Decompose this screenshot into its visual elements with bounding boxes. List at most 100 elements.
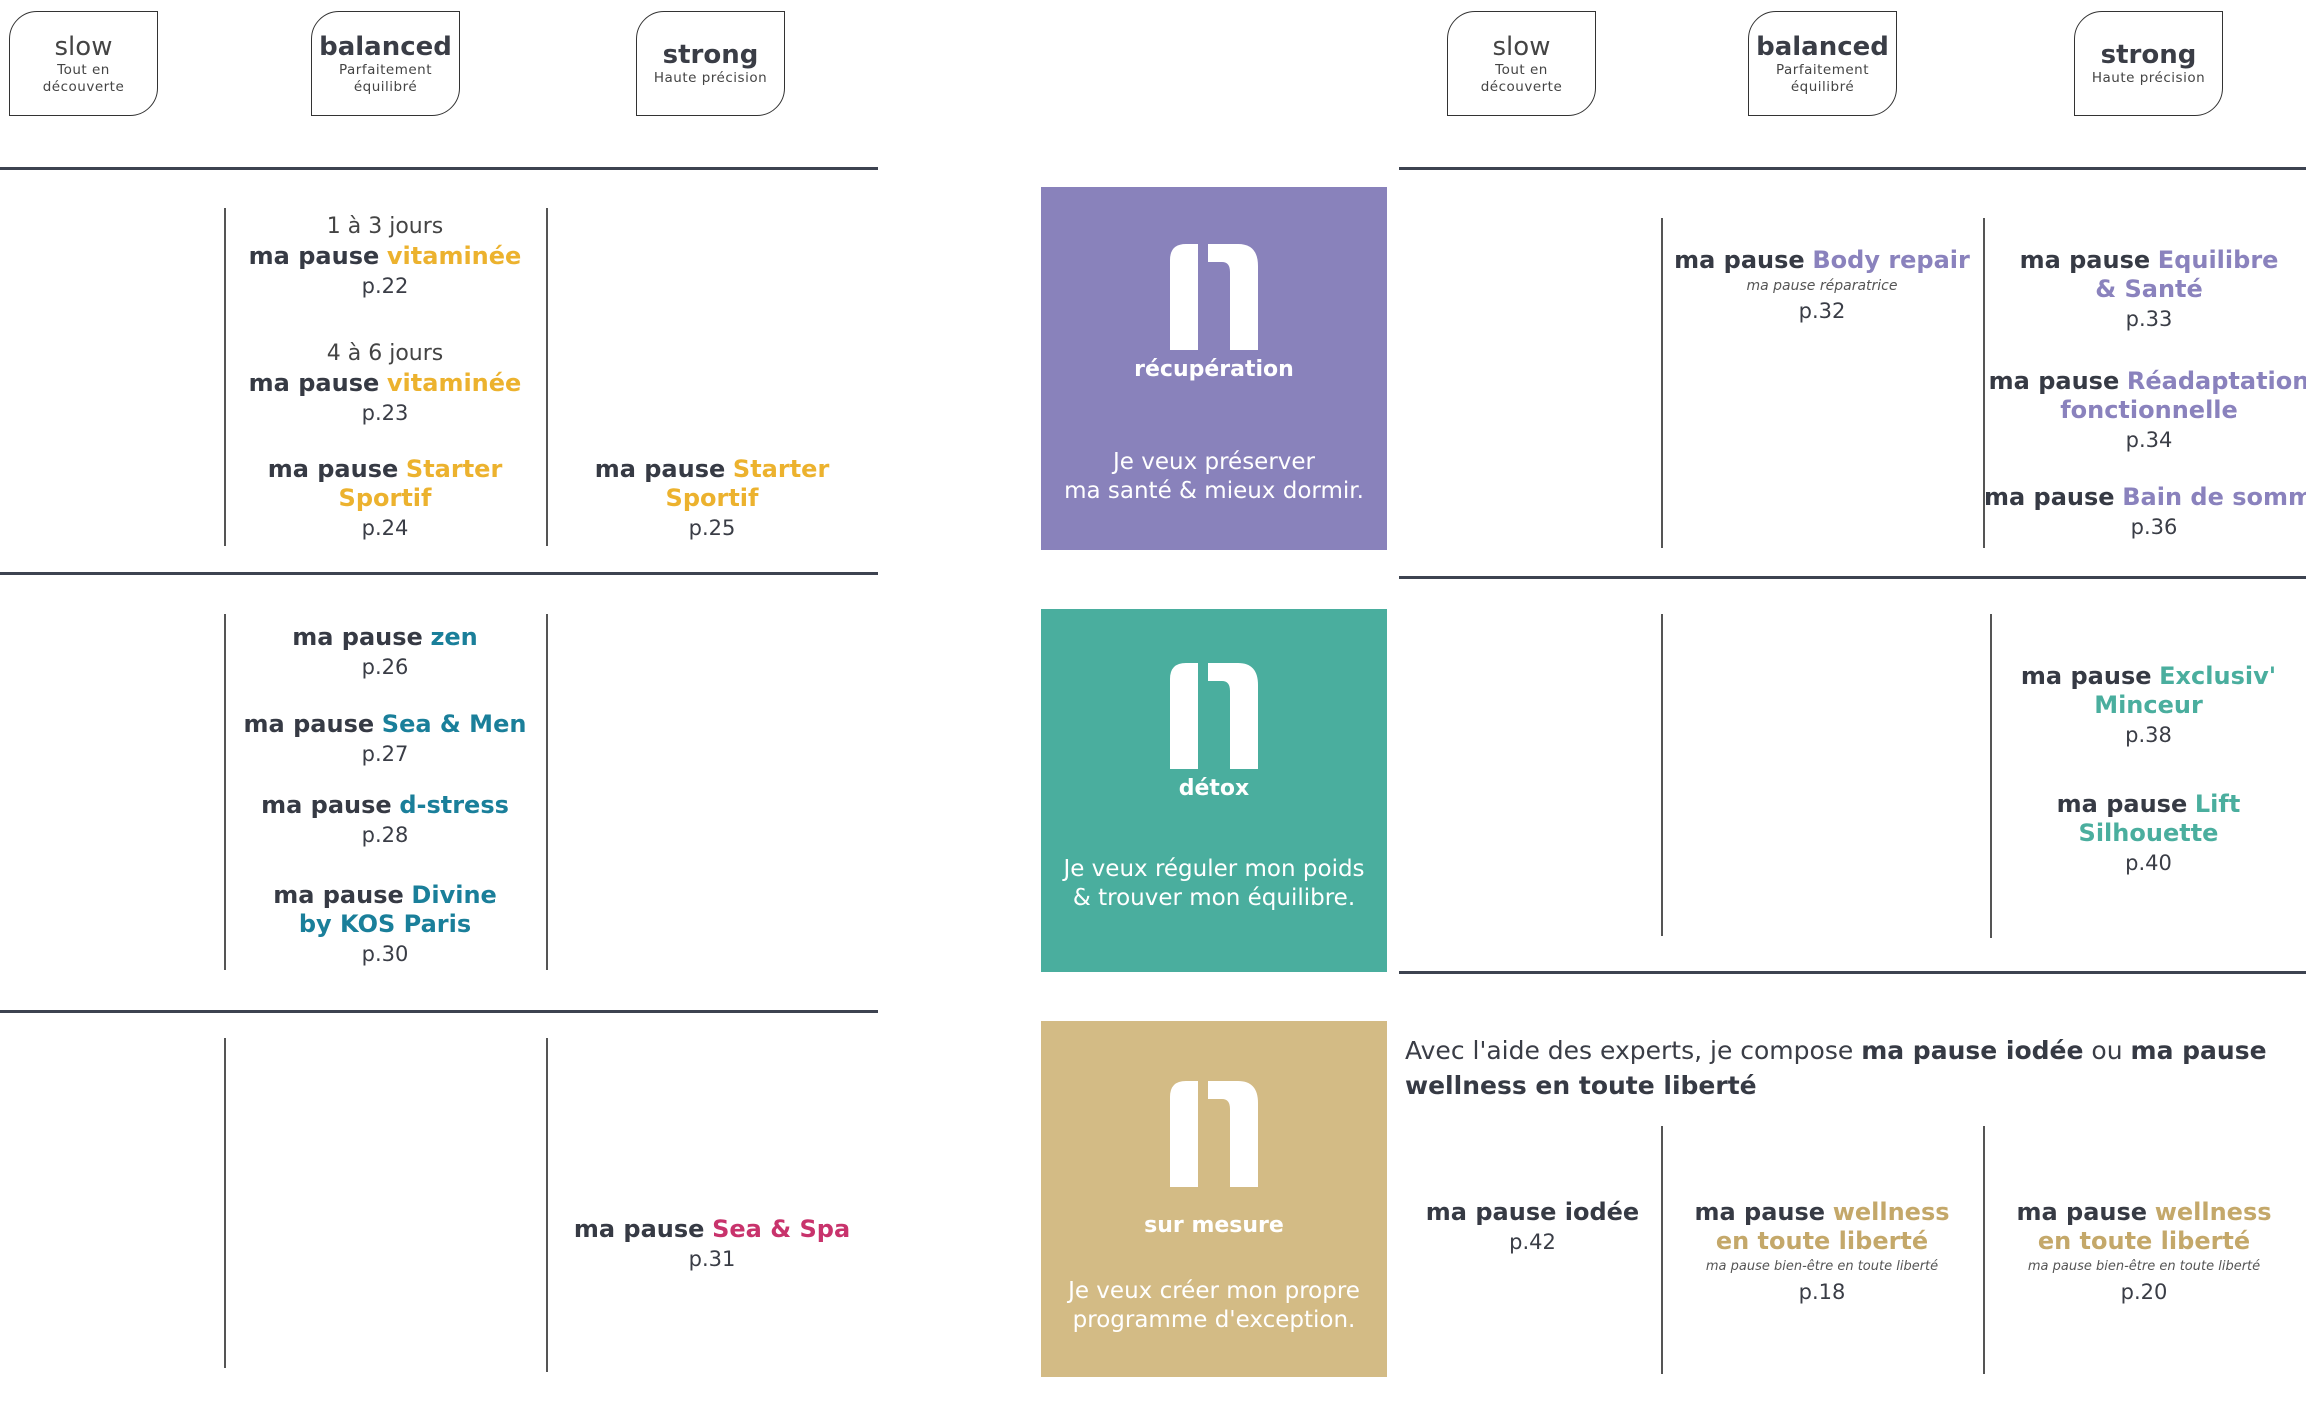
sur-mesure-intro: Avec l'aide des experts, je compose ma p… bbox=[1405, 1033, 2285, 1103]
panel-label: récupération bbox=[1134, 357, 1294, 382]
panel-tagline: Je veux réguler mon poids & trouver mon … bbox=[1041, 855, 1387, 913]
divider bbox=[1399, 971, 2306, 974]
header-sub: Parfaitement bbox=[338, 61, 433, 78]
divider bbox=[0, 167, 878, 170]
header-sub: Tout en bbox=[57, 61, 110, 78]
panel-detox: détox Je veux réguler mon poids & trouve… bbox=[1041, 609, 1387, 972]
page-ref: p.25 bbox=[688, 516, 736, 540]
programme-entry[interactable]: ma pause Body repair ma pause réparatric… bbox=[1662, 246, 1982, 325]
header-title: strong bbox=[2100, 40, 2197, 70]
programme-name: vitaminée bbox=[386, 242, 522, 270]
programme-name: Equilibre bbox=[2157, 246, 2279, 274]
column-divider bbox=[1661, 614, 1663, 936]
programme-name-line2: by KOS Paris bbox=[298, 910, 472, 938]
page-ref: p.38 bbox=[2125, 723, 2172, 747]
page-ref: p.34 bbox=[2125, 428, 2173, 452]
page-ref: p.31 bbox=[688, 1247, 736, 1271]
brand-glyph-icon bbox=[1170, 244, 1258, 350]
header-balanced-left: balanced Parfaitement équilibré bbox=[311, 11, 460, 116]
intro-text: ou bbox=[2083, 1036, 2131, 1065]
programme-entry[interactable]: ma pause Exclusiv' Minceur p.38 bbox=[1991, 662, 2306, 751]
programme-entry[interactable]: ma pause wellness en toute liberté ma pa… bbox=[1984, 1198, 2304, 1306]
panel-label: détox bbox=[1178, 776, 1250, 801]
programme-name-line2: en toute liberté bbox=[1715, 1227, 1929, 1255]
prefix: ma pause bbox=[248, 242, 380, 270]
programme-entry[interactable]: ma pause Sea & Men p.27 bbox=[225, 710, 545, 770]
programme-name: zen bbox=[430, 623, 478, 651]
panel-label: sur mesure bbox=[1144, 1213, 1284, 1238]
prefix: ma pause bbox=[594, 455, 726, 483]
prefix: ma pause bbox=[248, 369, 380, 397]
programme-name: Réadaptation bbox=[2126, 367, 2306, 395]
header-slow-right: slow Tout en découverte bbox=[1447, 11, 1596, 116]
prefix: ma pause bbox=[1984, 483, 2115, 511]
programme-entry[interactable]: ma pause Equilibre & Santé p.33 bbox=[1984, 246, 2306, 335]
programme-entry[interactable]: ma pause d-stress p.28 bbox=[225, 791, 545, 851]
header-balanced-right: balanced Parfaitement équilibré bbox=[1748, 11, 1897, 116]
page-ref: p.40 bbox=[2125, 851, 2172, 875]
tagline-line: programme d'exception. bbox=[1072, 1307, 1356, 1333]
divider bbox=[0, 572, 878, 575]
page-ref: p.28 bbox=[361, 823, 409, 847]
column-divider bbox=[546, 1038, 548, 1372]
programme-name: ma pause iodée bbox=[1425, 1198, 1640, 1226]
prefix: ma pause bbox=[2056, 790, 2188, 818]
programme-entry[interactable]: ma pause Bain de sommeil p.36 bbox=[1984, 483, 2306, 543]
page-ref: p.32 bbox=[1798, 299, 1846, 323]
duration: 4 à 6 jours bbox=[326, 341, 444, 366]
prefix: ma pause bbox=[2020, 662, 2152, 690]
programme-entry[interactable]: ma pause Lift Silhouette p.40 bbox=[1991, 790, 2306, 879]
divider bbox=[1399, 576, 2306, 579]
tagline-line: Je veux créer mon propre bbox=[1068, 1278, 1360, 1304]
intro-bold: ma pause iodée bbox=[1861, 1036, 2084, 1065]
panel-tagline: Je veux créer mon propre programme d'exc… bbox=[1041, 1277, 1387, 1335]
tagline-line: & trouver mon équilibre. bbox=[1072, 885, 1356, 911]
programme-name: Exclusiv' bbox=[2159, 662, 2277, 690]
programme-name-line2: & Santé bbox=[2095, 275, 2203, 303]
column-divider bbox=[224, 1038, 226, 1368]
duration: 1 à 3 jours bbox=[326, 214, 444, 239]
programme-entry[interactable]: ma pause Sea & Spa p.31 bbox=[547, 1215, 877, 1275]
programme-name: d-stress bbox=[399, 791, 509, 819]
programme-subtitle: ma pause réparatrice bbox=[1746, 278, 1898, 294]
programme-name: wellness bbox=[2154, 1198, 2272, 1226]
header-sub: Haute précision bbox=[653, 70, 768, 86]
column-divider bbox=[546, 614, 548, 970]
header-sub: Tout en bbox=[1495, 61, 1548, 78]
programme-name: Sea & Men bbox=[381, 710, 527, 738]
programme-name: vitaminée bbox=[386, 369, 522, 397]
header-sub: Haute précision bbox=[2091, 70, 2206, 86]
programme-entry[interactable]: ma pause Starter Sportif p.24 bbox=[225, 455, 545, 544]
tagline-line: Je veux préserver bbox=[1112, 449, 1315, 475]
brand-glyph-icon bbox=[1170, 663, 1258, 769]
page-ref: p.20 bbox=[2120, 1280, 2168, 1304]
page-ref: p.22 bbox=[361, 274, 409, 298]
prefix: ma pause bbox=[267, 455, 399, 483]
prefix: ma pause bbox=[2019, 246, 2151, 274]
panel-recuperation: récupération Je veux préserver ma santé … bbox=[1041, 187, 1387, 550]
programme-name-line2: en toute liberté bbox=[2037, 1227, 2251, 1255]
header-sub: Parfaitement bbox=[1775, 61, 1870, 78]
page-ref: p.42 bbox=[1509, 1230, 1556, 1254]
prefix: ma pause bbox=[273, 881, 404, 909]
programme-entry[interactable]: 1 à 3 jours ma pause vitaminée p.22 bbox=[225, 212, 545, 302]
programme-entry[interactable]: ma pause iodée p.42 bbox=[1405, 1198, 1660, 1258]
prefix: ma pause bbox=[1674, 246, 1805, 274]
panel-sur-mesure: sur mesure Je veux créer mon propre prog… bbox=[1041, 1021, 1387, 1377]
header-title: balanced bbox=[1756, 31, 1889, 62]
header-sub: équilibré bbox=[353, 78, 418, 95]
tagline-line: Je veux réguler mon poids bbox=[1063, 856, 1365, 882]
programme-entry[interactable]: ma pause Réadaptation fonctionnelle p.34 bbox=[1984, 367, 2306, 456]
programme-entry[interactable]: ma pause wellness en toute liberté ma pa… bbox=[1662, 1198, 1982, 1306]
programme-entry[interactable]: ma pause zen p.26 bbox=[225, 623, 545, 683]
programme-entry[interactable]: 4 à 6 jours ma pause vitaminée p.23 bbox=[225, 339, 545, 429]
page-ref: p.23 bbox=[361, 401, 409, 425]
programme-entry[interactable]: ma pause Starter Sportif p.25 bbox=[547, 455, 877, 544]
programme-name-line2: fonctionnelle bbox=[2060, 396, 2238, 424]
programme-name: Sea & Spa bbox=[712, 1215, 851, 1243]
prefix: ma pause bbox=[261, 791, 392, 819]
tagline-line: ma santé & mieux dormir. bbox=[1064, 478, 1364, 504]
programme-entry[interactable]: ma pause Divine by KOS Paris p.30 bbox=[225, 881, 545, 970]
prefix: ma pause bbox=[1988, 367, 2120, 395]
divider bbox=[1399, 167, 2306, 170]
